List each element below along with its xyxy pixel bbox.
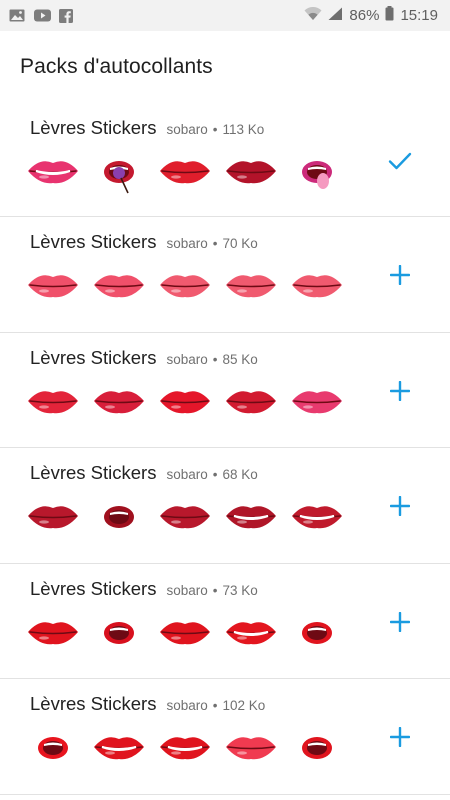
pack-size: 73 Ko	[222, 582, 258, 598]
status-bar: 86% 15:19	[0, 0, 450, 31]
sticker-preview-row	[24, 147, 346, 195]
wifi-icon	[304, 6, 322, 25]
pack-meta: sobaro • 70 Ko	[166, 236, 257, 251]
pink-lips-3-sticker	[156, 261, 214, 309]
lollipop-lips-sticker	[90, 147, 148, 195]
pack-name: Lèvres Stickers	[30, 117, 157, 138]
pack-name: Lèvres Stickers	[30, 231, 157, 252]
sticker-preview-row	[24, 377, 346, 425]
open-lips-round-sticker	[288, 608, 346, 656]
open-mouth-lips-sticker	[90, 492, 148, 540]
pack-meta: sobaro • 113 Ko	[166, 122, 264, 137]
pink-lips-5-sticker	[288, 377, 346, 425]
open-lips-tilt-sticker	[90, 608, 148, 656]
smile-lips-sticker	[222, 492, 280, 540]
pack-name: Lèvres Stickers	[30, 577, 157, 599]
pack-header: Lèvres Stickers sobaro • 68 Ko	[30, 462, 258, 484]
signal-icon	[328, 7, 343, 25]
sticker-pack-row[interactable]: Lèvres Stickers sobaro • 70 Ko	[0, 217, 450, 333]
pack-name: Lèvres Stickers	[30, 346, 157, 368]
pack-size: 85 Ko	[222, 351, 258, 367]
red-lips-1-sticker	[24, 377, 82, 425]
sticker-pack-row[interactable]: Lèvres Stickers sobaro • 73 Ko	[0, 563, 450, 680]
add-pack-plus-icon[interactable]	[386, 723, 414, 751]
red-lips-2-sticker	[90, 377, 148, 425]
red-lips-3-sticker	[156, 377, 214, 425]
pink-lips-1-sticker	[24, 261, 82, 309]
page-title: Packs d'autocollants	[20, 55, 213, 78]
kiss-lips-sticker	[156, 608, 214, 656]
closed-lips-2-sticker	[156, 492, 214, 540]
sticker-preview-row	[24, 723, 346, 771]
meta-separator: •	[212, 351, 218, 367]
sticker-pack-list: Lèvres Stickers sobaro • 113 Ko Lèvres Stick…	[0, 103, 450, 795]
clock: 15:19	[400, 7, 438, 24]
battery-icon	[385, 6, 394, 25]
add-pack-plus-icon[interactable]	[386, 492, 414, 520]
pack-name: Lèvres Stickers	[30, 462, 157, 484]
pack-size: 102 Ko	[222, 698, 266, 714]
pack-author: sobaro	[166, 122, 208, 137]
battery-percent: 86%	[349, 7, 380, 24]
pack-author: sobaro	[166, 467, 208, 483]
pack-author: sobaro	[166, 698, 208, 714]
sticker-pack-row[interactable]: Lèvres Stickers sobaro • 68 Ko	[0, 448, 450, 564]
app-header: Packs d'autocollants	[0, 31, 450, 103]
add-pack-plus-icon[interactable]	[386, 608, 414, 636]
tongue-out-lips-sticker	[288, 147, 346, 195]
pink-pout-lips-sticker	[222, 261, 280, 309]
clench-teeth-lips-sticker	[288, 723, 346, 771]
smile-pink-lips-sticker	[24, 147, 82, 195]
pack-name: Lèvres Stickers	[30, 693, 157, 715]
smile-lips-2-sticker	[288, 492, 346, 540]
dark-red-lips-sticker	[222, 147, 280, 195]
pack-header: Lèvres Stickers sobaro • 85 Ko	[30, 347, 258, 369]
pack-meta: sobaro • 68 Ko	[166, 467, 257, 482]
smile-lips-3-sticker	[222, 608, 280, 656]
shout-lips-sticker	[24, 723, 82, 771]
pink-lips-4-sticker	[288, 261, 346, 309]
sticker-pack-row[interactable]: Lèvres Stickers sobaro • 102 Ko	[0, 679, 450, 795]
sticker-preview-row	[24, 608, 346, 656]
pack-header: Lèvres Stickers sobaro • 113 Ko	[30, 117, 264, 139]
red-lips-tilt-sticker	[24, 608, 82, 656]
pack-size: 113 Ko	[222, 122, 265, 137]
youtube-icon	[34, 9, 51, 22]
pack-header: Lèvres Stickers sobaro • 102 Ko	[30, 693, 265, 715]
red-kiss-lips-sticker	[156, 147, 214, 195]
meta-separator: •	[212, 122, 218, 137]
pack-author: sobaro	[166, 582, 208, 598]
meta-separator: •	[212, 467, 218, 483]
pack-meta: sobaro • 102 Ko	[166, 698, 265, 713]
pack-added-check-icon[interactable]	[386, 147, 414, 175]
pack-author: sobaro	[166, 236, 208, 251]
grin-lips-sticker	[90, 723, 148, 771]
pack-author: sobaro	[166, 351, 208, 367]
pack-header: Lèvres Stickers sobaro • 70 Ko	[30, 231, 258, 253]
sticker-preview-row	[24, 261, 346, 309]
pink-lips-2-sticker	[90, 261, 148, 309]
pack-size: 68 Ko	[222, 467, 258, 483]
add-pack-plus-icon[interactable]	[386, 261, 414, 289]
pack-size: 70 Ko	[222, 236, 258, 251]
closed-lips-sticker	[24, 492, 82, 540]
image-icon	[9, 9, 25, 22]
meta-separator: •	[212, 582, 218, 598]
teeth-smile-lips-sticker	[156, 723, 214, 771]
add-pack-plus-icon[interactable]	[386, 377, 414, 405]
pack-meta: sobaro • 85 Ko	[166, 352, 257, 367]
sticker-pack-row[interactable]: Lèvres Stickers sobaro • 85 Ko	[0, 332, 450, 449]
sticker-preview-row	[24, 492, 346, 540]
sticker-pack-row[interactable]: Lèvres Stickers sobaro • 113 Ko	[0, 103, 450, 217]
facebook-icon	[59, 9, 75, 23]
meta-separator: •	[212, 698, 218, 714]
pack-meta: sobaro • 73 Ko	[166, 583, 257, 598]
meta-separator: •	[212, 236, 218, 251]
lip-bite-sticker	[222, 377, 280, 425]
kiss-lips-2-sticker	[222, 723, 280, 771]
pack-header: Lèvres Stickers sobaro • 73 Ko	[30, 578, 258, 600]
